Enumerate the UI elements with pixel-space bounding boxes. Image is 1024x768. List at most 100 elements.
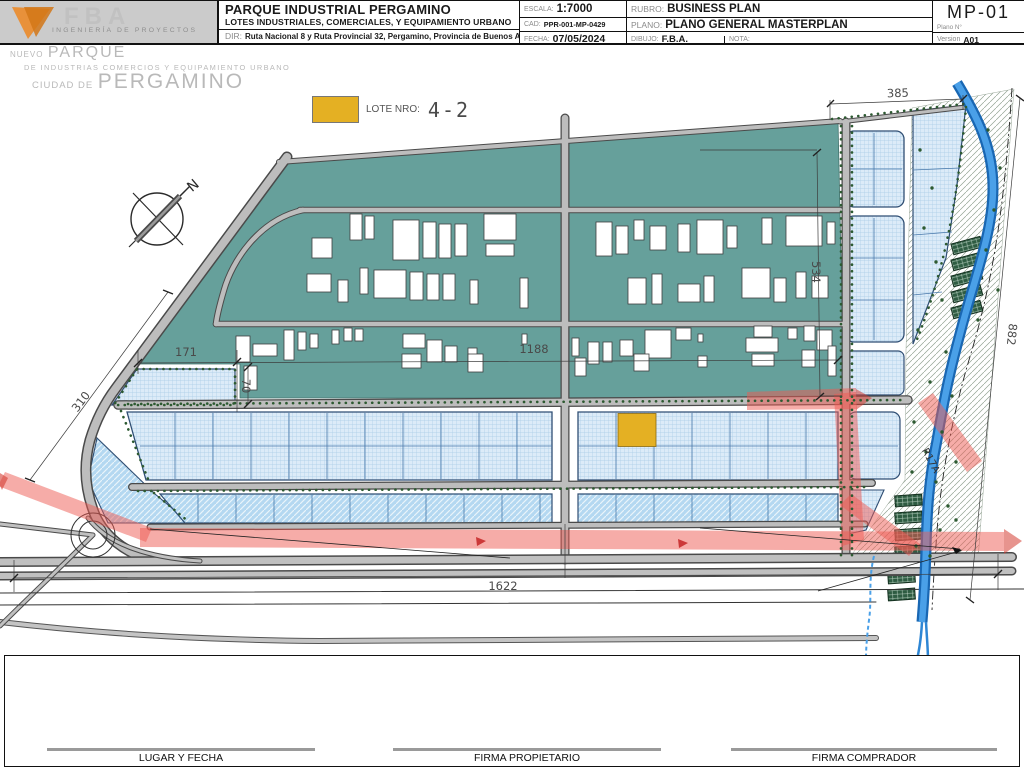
building xyxy=(401,353,422,369)
dir-label: DIR: xyxy=(225,31,242,41)
project-title: PARQUE INDUSTRIAL PERGAMINO xyxy=(225,2,451,17)
tree-dot xyxy=(996,288,1000,292)
building xyxy=(602,341,613,363)
wm-parque: PARQUE xyxy=(47,44,127,61)
tree-dot xyxy=(998,166,1002,170)
scale-cad-date-column: ESCALA: 1:7000 CAD: PPR-001-MP-0429 FECHA:… xyxy=(519,1,626,43)
building xyxy=(745,337,779,353)
building xyxy=(311,237,333,259)
building xyxy=(651,273,663,305)
building xyxy=(444,345,458,363)
lot-row-1 xyxy=(126,411,839,481)
building xyxy=(349,213,363,241)
building xyxy=(364,215,375,240)
fecha-value: 07/05/2024 xyxy=(552,33,606,43)
signature-label-buyer: FIRMA COMPRADOR xyxy=(811,752,917,764)
building xyxy=(726,225,738,249)
dibujo-value: F.B.A. xyxy=(661,33,689,44)
building xyxy=(409,271,424,301)
logo-cell: FBA INGENIERÍA DE PROYECTOS xyxy=(0,1,218,43)
building xyxy=(571,337,580,357)
sheet-number-label: Plano N° xyxy=(937,24,962,31)
signature-line xyxy=(731,748,997,751)
building xyxy=(331,329,340,345)
sheet-id-cell: MP-01 Plano N° Version A01 xyxy=(932,1,1024,43)
nota-label: NOTA: xyxy=(729,35,750,43)
tree-dot xyxy=(976,318,980,322)
title-block: FBA INGENIERÍA DE PROYECTOS PARQUE INDUS… xyxy=(0,0,1024,45)
lot-number: 4-2 xyxy=(427,97,471,122)
building xyxy=(675,327,692,341)
building xyxy=(827,345,837,377)
building xyxy=(826,221,836,245)
wm-ciudad: CIUDAD DE xyxy=(32,80,94,91)
building xyxy=(359,267,369,295)
sheet-code: MP-01 xyxy=(946,2,1010,22)
dibujo-label: DIBUJO: xyxy=(631,35,659,43)
project-address: DIR: Ruta Nacional 8 y Ruta Provincial 32… xyxy=(219,29,519,43)
building xyxy=(426,273,440,301)
signature-line xyxy=(393,748,661,751)
tree-dot xyxy=(984,248,988,252)
building xyxy=(615,225,629,255)
building xyxy=(703,275,715,303)
tree-dot xyxy=(922,226,926,230)
building xyxy=(741,267,771,299)
project-watermark: NUEVO PARQUE DE INDUSTRIAS COMERCIOS Y E… xyxy=(10,44,290,93)
escala-value: 1:7000 xyxy=(556,3,593,15)
project-title-cell: PARQUE INDUSTRIAL PERGAMINO LOTES INDUST… xyxy=(218,1,519,43)
dim-1622: 1622 xyxy=(488,579,517,593)
building xyxy=(354,328,364,342)
tree-dot xyxy=(910,470,914,474)
wm-nuevo: NUEVO xyxy=(10,50,44,59)
building xyxy=(619,339,634,357)
tree-dot xyxy=(938,528,942,532)
dim-385: 385 xyxy=(887,86,909,101)
building xyxy=(697,333,704,343)
building xyxy=(297,331,307,351)
dim-171: 171 xyxy=(175,345,197,359)
building xyxy=(469,279,479,305)
dir-value: Ruta Nacional 8 y Ruta Provincial 32, Pe… xyxy=(245,32,519,41)
tree-dot xyxy=(944,350,948,354)
building xyxy=(519,277,529,309)
building xyxy=(697,355,708,368)
cad-label: CAD: xyxy=(524,21,541,28)
drawing-sheet: FBA INGENIERÍA DE PROYECTOS PARQUE INDUS… xyxy=(0,0,1024,768)
building xyxy=(442,273,456,301)
tree-dot xyxy=(916,328,920,332)
cad-value: PPR-001-MP-0429 xyxy=(543,20,606,29)
building xyxy=(252,343,278,357)
building xyxy=(467,353,484,373)
dim-534: 534 xyxy=(809,261,823,283)
signature-label-owner: FIRMA PROPIETARIO xyxy=(474,752,580,764)
building xyxy=(574,357,587,377)
building xyxy=(761,217,773,245)
project-subtitle: LOTES INDUSTRIALES, COMERCIALES, Y EQUIP… xyxy=(225,17,512,27)
building xyxy=(595,221,613,257)
logo-tagline: INGENIERÍA DE PROYECTOS xyxy=(52,27,198,34)
building xyxy=(787,327,798,340)
building xyxy=(677,283,701,303)
building xyxy=(343,327,353,342)
building xyxy=(438,223,452,259)
building xyxy=(422,221,437,259)
north-compass-icon: N xyxy=(128,176,203,248)
building xyxy=(795,271,807,299)
tree-dot xyxy=(934,260,938,264)
building xyxy=(392,219,420,261)
tree-dot xyxy=(954,518,958,522)
plano-value: PLANO GENERAL MASTERPLAN xyxy=(665,18,848,31)
tree-dot xyxy=(940,430,944,434)
tree-dot xyxy=(928,554,932,558)
signature-label-place-date: LUGAR Y FECHA xyxy=(138,752,224,764)
lot-legend: LOTE NRO: 4-2 xyxy=(312,96,470,123)
building xyxy=(785,215,823,247)
building xyxy=(633,219,645,241)
building xyxy=(337,279,349,303)
tree-dot xyxy=(928,380,932,384)
building xyxy=(283,329,295,361)
building xyxy=(373,269,407,299)
signature-line xyxy=(47,748,315,751)
dim-310: 310 xyxy=(69,389,93,415)
